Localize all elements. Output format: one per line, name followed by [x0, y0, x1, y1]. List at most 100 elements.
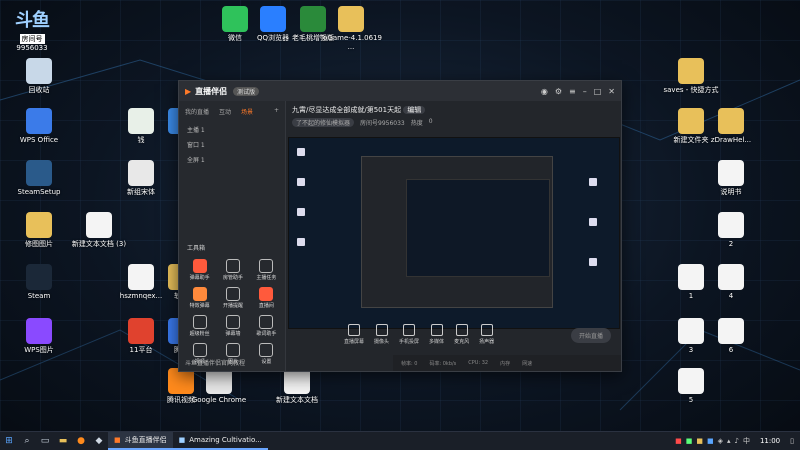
- desktop-icon[interactable]: saves - 快捷方式: [656, 58, 726, 95]
- source-toolbar: 直播屏幕 摄像头 手机投屏 多媒体 麦克风 扬声器: [288, 319, 674, 349]
- lyrics-icon: [259, 315, 274, 329]
- desktop-icon[interactable]: 说明书: [696, 160, 766, 197]
- desktop-icon[interactable]: 新建文本文档 (3): [64, 212, 134, 249]
- folder-icon: [338, 6, 364, 32]
- stream-meta: 了不起的修仙模拟器 房间号9956033 热度 0: [292, 118, 615, 127]
- preview-icon: [297, 178, 305, 186]
- menu-icon[interactable]: ≡: [569, 87, 576, 96]
- app-icon[interactable]: ◆: [90, 432, 108, 450]
- tool-host-task[interactable]: 主播任务: [250, 259, 283, 281]
- input-method-icon[interactable]: 中: [743, 436, 750, 446]
- tool-label: 开播提醒: [222, 303, 243, 309]
- file-explorer-icon[interactable]: ▬: [54, 432, 72, 450]
- network-icon[interactable]: ▴: [727, 437, 731, 445]
- minimize-icon[interactable]: –: [583, 87, 587, 96]
- desktop-icon[interactable]: 5: [656, 368, 726, 405]
- desktop-icon[interactable]: SteamSetup: [4, 160, 74, 197]
- tab-my-live[interactable]: 我的直播: [185, 107, 209, 116]
- system-tray: ■ ■ ■ ■ ◈ ▴ ♪ 中 11:00 ▯: [675, 436, 800, 446]
- tool-danmu-wall[interactable]: 弹幕墙: [216, 315, 249, 337]
- desktop-icon[interactable]: Google Chrome: [184, 368, 254, 405]
- volume-icon[interactable]: ♪: [734, 437, 738, 445]
- edit-title-button[interactable]: 编辑: [403, 106, 426, 114]
- tool-label: 直播间: [258, 303, 274, 309]
- desktop-icon[interactable]: 回收站: [4, 58, 74, 95]
- wps-photo-icon: [26, 318, 52, 344]
- tool-label: 设置: [261, 359, 272, 365]
- scene-item[interactable]: 窗口 1: [179, 137, 285, 152]
- desktop-icon-label: 5: [688, 396, 694, 404]
- settings-gear-icon: [259, 343, 274, 357]
- tray-app-icon[interactable]: ■: [686, 437, 693, 445]
- left-panel: 我的直播 互动 场景 + 主播 1 窗口 1 全屏 1 工具箱 弹幕助手 房管助…: [179, 101, 286, 371]
- start-live-button[interactable]: 开始直播: [570, 328, 611, 343]
- speaker-button[interactable]: 扬声器: [479, 323, 495, 345]
- preview-icon: [589, 178, 597, 186]
- notification-icon[interactable]: ▯: [790, 437, 794, 445]
- desktop-icon[interactable]: 新建文本文档: [262, 368, 332, 405]
- search-icon[interactable]: ⌕: [18, 432, 36, 450]
- douyu-logo: 斗鱼: [15, 10, 50, 31]
- douyu-icon: ■: [114, 436, 121, 444]
- microphone-button[interactable]: 麦克风: [454, 323, 470, 345]
- tool-super-fans[interactable]: 超级粉丝: [183, 315, 216, 337]
- desktop-icon[interactable]: ToGame-4.1.0619 ...: [316, 6, 386, 52]
- official-tutorial-link[interactable]: 斗鱼直播伴侣官网教程: [185, 358, 245, 367]
- desktop-icon[interactable]: 4: [696, 264, 766, 301]
- tool-label: 弹幕墙: [225, 331, 241, 337]
- taskbar-app-douyu[interactable]: ■ 斗鱼直播伴侣: [108, 432, 173, 450]
- media-button[interactable]: 多媒体: [429, 323, 444, 345]
- live-preview[interactable]: [288, 137, 620, 329]
- tab-scene[interactable]: 场景: [241, 107, 253, 116]
- stream-title: 九霄/尽显达成全部成就/第501天起: [292, 106, 402, 114]
- scene-item[interactable]: 全屏 1: [179, 152, 285, 167]
- stream-info: 九霄/尽显达成全部成就/第501天起 编辑 了不起的修仙模拟器 房间号99560…: [286, 101, 621, 131]
- windows-start-icon[interactable]: ⊞: [0, 432, 18, 450]
- settings-icon[interactable]: ⚙: [555, 87, 562, 96]
- media-icon: [430, 323, 443, 336]
- manager-icon: [225, 259, 240, 273]
- taskbar-app-game[interactable]: ■ Amazing Cultivatio...: [172, 432, 268, 450]
- screen-capture-button[interactable]: 直播屏幕: [344, 323, 364, 345]
- game-category[interactable]: 了不起的修仙模拟器: [292, 118, 355, 127]
- desktop-icon-label: WPS图片: [24, 346, 54, 354]
- scene-item[interactable]: 主播 1: [179, 122, 285, 137]
- tool-start-remind[interactable]: 开播提醒: [216, 287, 249, 309]
- tray-app-icon[interactable]: ■: [696, 437, 703, 445]
- desktop-icon[interactable]: Steam: [4, 264, 74, 301]
- desktop-icon-label: 新建文本文档 (3): [71, 240, 127, 248]
- avatar-icon[interactable]: ◉: [541, 87, 548, 96]
- desktop-icon[interactable]: 2: [696, 212, 766, 249]
- folder-icon: [26, 212, 52, 238]
- tool-lyrics[interactable]: 歌词助手: [250, 315, 283, 337]
- close-icon[interactable]: ✕: [608, 87, 615, 96]
- status-bar: 帧率: 0 码率: 0kb/s CPU: 32 内存 网速: [393, 355, 621, 371]
- phone-icon: [403, 323, 416, 336]
- desktop-icon[interactable]: zDrawHel...: [696, 108, 766, 145]
- bitrate-status: 码率: 0kb/s: [429, 360, 457, 367]
- tool-room-manager[interactable]: 房管助手: [216, 259, 249, 281]
- wall-icon: [225, 315, 240, 329]
- tool-live-room[interactable]: 直播间: [250, 287, 283, 309]
- add-scene-icon[interactable]: +: [274, 107, 279, 116]
- tray-app-icon[interactable]: ■: [675, 437, 682, 445]
- tool-settings[interactable]: 设置: [250, 343, 283, 365]
- clock[interactable]: 11:00: [760, 437, 780, 445]
- maximize-icon[interactable]: □: [594, 87, 602, 96]
- btn-label: 扬声器: [479, 338, 495, 345]
- camera-button[interactable]: 摄像头: [374, 323, 389, 345]
- desktop-icon[interactable]: WPS Office: [4, 108, 74, 145]
- desktop-icon[interactable]: 6: [696, 318, 766, 355]
- tool-effect-danmu[interactable]: 特效弹幕: [183, 287, 216, 309]
- phone-cast-button[interactable]: 手机投屏: [399, 323, 420, 345]
- tray-app-icon[interactable]: ■: [707, 437, 714, 445]
- tencent-icon[interactable]: ●: [72, 432, 90, 450]
- btn-label: 手机投屏: [399, 338, 420, 345]
- shield-icon[interactable]: ◈: [718, 437, 723, 445]
- btn-label: 麦克风: [454, 338, 470, 345]
- task-view-icon[interactable]: ▭: [36, 432, 54, 450]
- tab-interact[interactable]: 互动: [219, 107, 231, 116]
- desktop-icon[interactable]: WPS图片: [4, 318, 74, 355]
- tool-danmu-helper[interactable]: 弹幕助手: [183, 259, 216, 281]
- desktop-icon[interactable]: 新组宋体: [106, 160, 176, 197]
